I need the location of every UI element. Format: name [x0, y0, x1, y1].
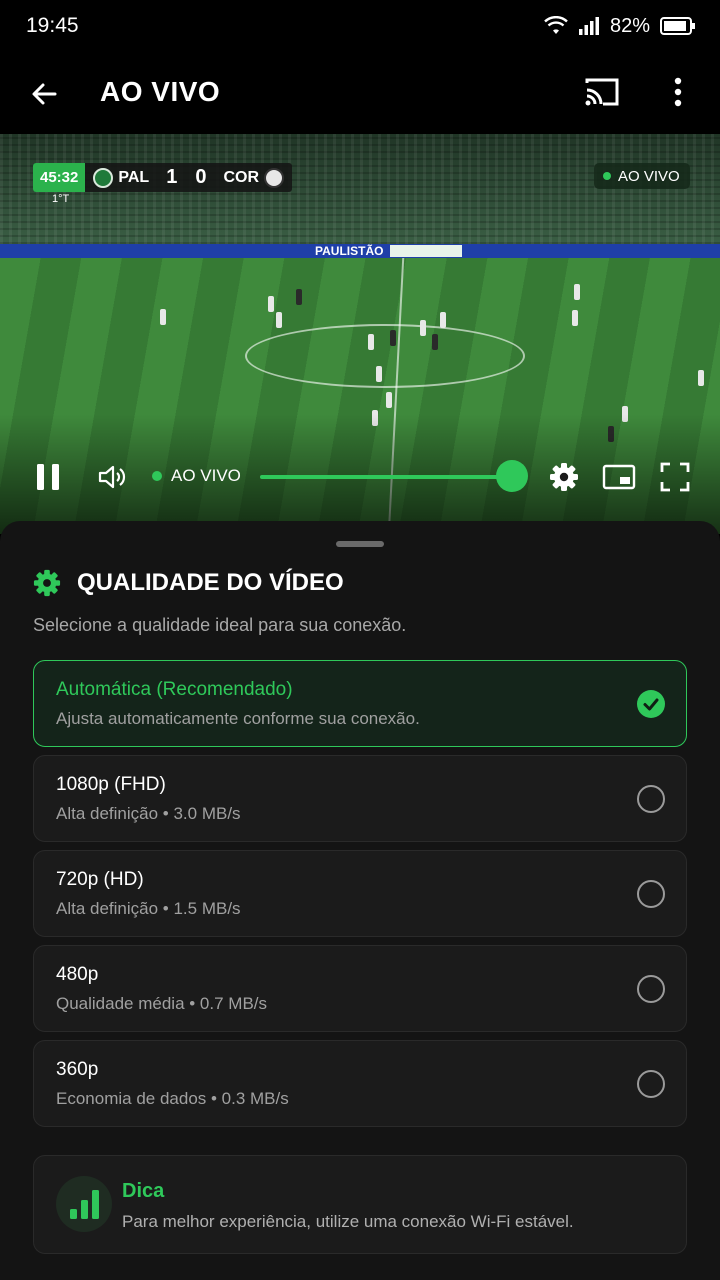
live-dot-icon — [152, 471, 162, 481]
player-figure — [574, 284, 580, 300]
tip-text: Para melhor experiência, utilize uma con… — [122, 1212, 574, 1231]
option-description: Economia de dados • 0.3 MB/s — [56, 1089, 289, 1108]
match-period: 1°T — [52, 193, 70, 205]
option-description: Ajusta automaticamente conforme sua cone… — [56, 709, 420, 728]
seek-handle[interactable] — [496, 460, 528, 492]
scoreboard: 45:32 PAL 1 0 COR — [33, 163, 292, 192]
player-figure — [296, 289, 302, 305]
live-indicator-label: AO VIVO — [171, 466, 241, 485]
radio-button[interactable] — [637, 1070, 665, 1098]
signal-bars-icon — [56, 1176, 112, 1232]
player-figure — [386, 392, 392, 408]
quality-option-360p[interactable]: 360p Economia de dados • 0.3 MB/s — [33, 1040, 687, 1127]
option-description: Qualidade média • 0.7 MB/s — [56, 994, 268, 1013]
cast-icon — [585, 78, 619, 106]
status-bar: 19:45 82% — [0, 0, 720, 52]
app-bar: AO VIVO — [0, 52, 720, 134]
player-figure — [276, 312, 282, 328]
player-figure — [698, 370, 704, 386]
ad-board-graphic: PAULISTÃO — [0, 243, 720, 258]
radio-button[interactable] — [637, 880, 665, 908]
corinthians-crest-icon — [264, 167, 284, 188]
battery-icon — [660, 17, 695, 35]
gear-icon — [33, 569, 61, 597]
option-title: 1080p (FHD) — [56, 774, 166, 795]
quality-option-720p[interactable]: 720p (HD) Alta definição • 1.5 MB/s — [33, 850, 687, 937]
center-circle — [245, 324, 525, 388]
picture-in-picture-icon — [602, 464, 636, 490]
player-controls: AO VIVO — [0, 439, 720, 503]
video-player[interactable]: PAULISTÃO 45:32 PAL 1 0 COR 1°T AO VIVO — [0, 134, 720, 534]
player-figure — [572, 310, 578, 326]
quality-bottom-sheet: QUALIDADE DO VÍDEO Selecione a qualidade… — [0, 521, 720, 1280]
quality-option-1080p[interactable]: 1080p (FHD) Alta definição • 3.0 MB/s — [33, 755, 687, 842]
away-team-name: COR — [223, 168, 259, 186]
settings-button[interactable] — [546, 459, 582, 495]
radio-button[interactable] — [637, 785, 665, 813]
tip-title: Dica — [122, 1180, 165, 1202]
quality-option-auto[interactable]: Automática (Recomendado) Ajusta automati… — [33, 660, 687, 747]
more-vertical-icon — [674, 77, 682, 107]
away-score: 0 — [195, 166, 207, 188]
live-indicator: AO VIVO — [152, 466, 241, 486]
ad-board: PAULISTÃO — [0, 243, 720, 258]
status-icons: 82% — [544, 15, 696, 38]
wifi-icon — [544, 16, 568, 34]
more-options-button[interactable] — [660, 72, 696, 112]
volume-icon — [98, 465, 126, 489]
option-title: 480p — [56, 964, 99, 985]
signal-icon — [578, 17, 599, 35]
live-badge-label: AO VIVO — [618, 167, 680, 185]
radio-button[interactable] — [637, 975, 665, 1003]
match-clock: 45:32 — [33, 163, 86, 192]
pause-icon — [37, 464, 59, 490]
player-figure — [160, 309, 166, 325]
live-dot-icon — [603, 172, 611, 180]
live-badge: AO VIVO — [594, 163, 690, 189]
player-figure — [420, 320, 426, 336]
home-score: 1 — [166, 166, 178, 188]
picture-in-picture-button[interactable] — [600, 459, 638, 495]
away-team: COR — [215, 167, 292, 188]
fullscreen-button[interactable] — [657, 459, 693, 495]
player-figure — [440, 312, 446, 328]
option-description: Alta definição • 1.5 MB/s — [56, 899, 241, 918]
ad-board-text: PAULISTÃO — [315, 244, 383, 258]
volume-button[interactable] — [94, 459, 130, 495]
cast-button[interactable] — [580, 72, 624, 112]
player-figure — [268, 296, 274, 312]
player-figure — [390, 330, 396, 346]
palmeiras-crest-icon — [93, 167, 114, 188]
seek-bar[interactable] — [260, 475, 512, 479]
sheet-header: QUALIDADE DO VÍDEO — [33, 569, 344, 597]
quality-option-480p[interactable]: 480p Qualidade média • 0.7 MB/s — [33, 945, 687, 1032]
battery-percent: 82% — [609, 14, 650, 37]
back-button[interactable] — [24, 74, 64, 114]
fullscreen-icon — [660, 462, 690, 492]
sheet-title: QUALIDADE DO VÍDEO — [77, 569, 344, 596]
check-circle-icon — [637, 690, 665, 718]
page-title: AO VIVO — [100, 76, 221, 107]
status-time: 19:45 — [26, 14, 79, 37]
option-title: 720p (HD) — [56, 869, 144, 890]
home-team-name: PAL — [118, 168, 150, 186]
player-figure — [376, 366, 382, 382]
tip-card: Dica Para melhor experiência, utilize um… — [33, 1155, 687, 1254]
arrow-left-icon — [32, 83, 57, 105]
pause-button[interactable] — [30, 459, 66, 495]
home-team: PAL — [85, 167, 157, 188]
player-figure — [368, 334, 374, 350]
option-title: Automática (Recomendado) — [56, 679, 293, 700]
sheet-subtitle: Selecione a qualidade ideal para sua con… — [33, 615, 407, 635]
sheet-drag-handle[interactable] — [336, 541, 384, 547]
option-description: Alta definição • 3.0 MB/s — [56, 804, 241, 823]
gear-icon — [550, 463, 578, 491]
option-title: 360p — [56, 1059, 99, 1080]
player-figure — [432, 334, 438, 350]
